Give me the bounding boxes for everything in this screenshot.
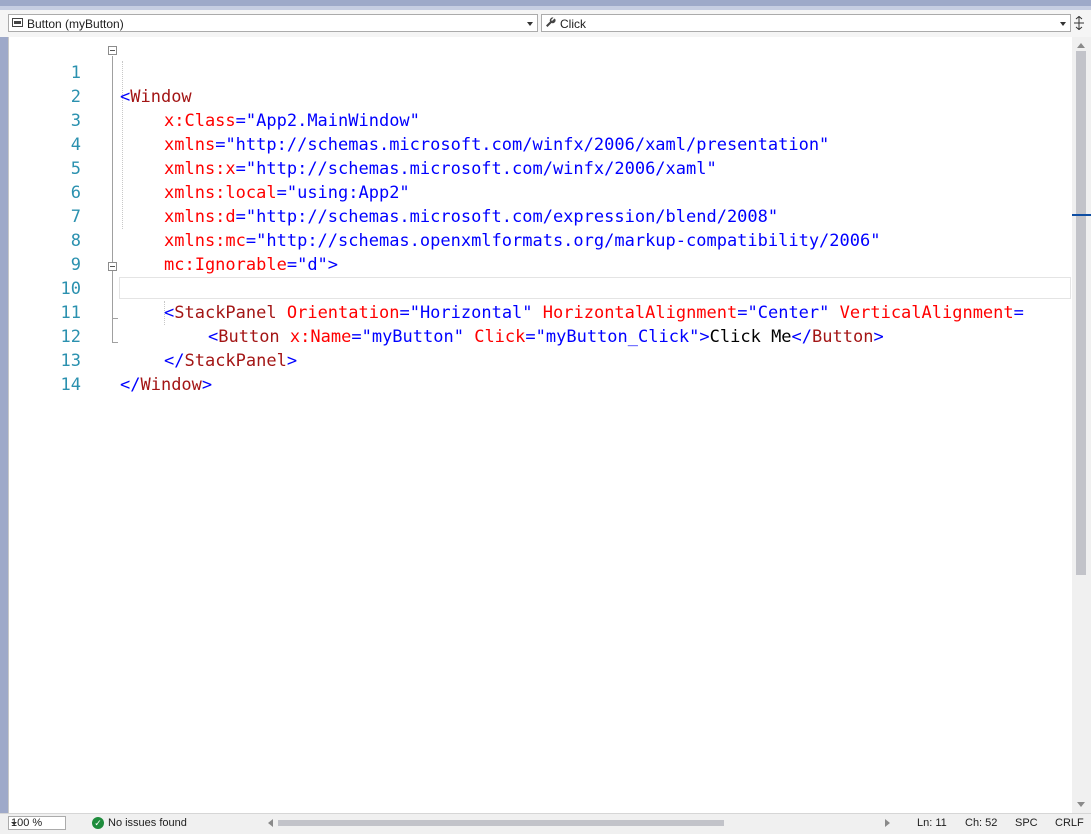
split-window-icon[interactable] [1071, 14, 1087, 32]
scroll-thumb[interactable] [278, 820, 724, 826]
scroll-right-icon[interactable] [885, 819, 890, 827]
code-line: 1 <Window [9, 37, 1073, 107]
horizontal-scrollbar[interactable] [268, 817, 890, 829]
code-line: 3 xmlns="http://schemas.microsoft.com/wi… [9, 85, 1073, 155]
scroll-left-icon[interactable] [268, 819, 273, 827]
member-dropdown[interactable]: Click [541, 14, 1071, 32]
member-dropdown-value: Click [560, 17, 586, 31]
code-line: 4 xmlns:x="http://schemas.microsoft.com/… [9, 109, 1073, 179]
code-line: 12 </StackPanel> [9, 301, 1073, 371]
code-line: 14 [9, 349, 1073, 395]
code-line: 11 <Button x:Name="myButton" Click="myBu… [9, 277, 1073, 347]
caret-position-marker [1072, 214, 1091, 216]
tag-bracket: </ [120, 375, 141, 395]
issues-label: No issues found [108, 817, 187, 829]
chevron-down-icon [11, 822, 17, 825]
type-dropdown[interactable]: Button (myButton) [8, 14, 538, 32]
editor-left-border [0, 37, 8, 827]
wrench-icon [546, 17, 556, 27]
line-number: 14 [60, 375, 81, 395]
column-indicator[interactable]: Ch: 52 [965, 817, 997, 829]
tag-bracket: > [201, 375, 213, 395]
type-dropdown-value: Button (myButton) [27, 17, 124, 31]
checkmark-icon: ✓ [92, 817, 104, 829]
code-line: 6 xmlns:d="http://schemas.microsoft.com/… [9, 157, 1073, 227]
line-indicator[interactable]: Ln: 11 [917, 817, 947, 829]
element-icon [12, 18, 23, 27]
chevron-down-icon [1060, 22, 1066, 26]
tag-name: Window [140, 375, 202, 395]
code-line: 10 <StackPanel Orientation="Horizontal" … [9, 253, 1073, 323]
vertical-scrollbar[interactable] [1072, 37, 1091, 813]
code-line: 9 [9, 229, 1073, 275]
navigation-bar: Button (myButton) Click [0, 10, 1091, 38]
scroll-down-icon[interactable] [1077, 802, 1085, 807]
zoom-dropdown[interactable]: 100 % [8, 816, 66, 830]
code-line: 13 </Window> [9, 325, 1073, 395]
window-top-border [0, 0, 1091, 10]
line-ending-indicator[interactable]: CRLF [1055, 817, 1084, 829]
status-bar: 100 % ✓ No issues found Ln: 11 Ch: 52 SP… [0, 813, 1091, 834]
code-line: 5 xmlns:local="using:App2" [9, 133, 1073, 203]
scroll-up-icon[interactable] [1077, 43, 1085, 48]
code-line: 2 x:Class="App2.MainWindow" [9, 61, 1073, 131]
whitespace-indicator[interactable]: SPC [1015, 817, 1038, 829]
code-editor[interactable]: 1 <Window 2 x:Class="App2.MainWindow" 3 … [8, 37, 1073, 813]
code-line: 8 mc:Ignorable="d"> [9, 205, 1073, 275]
code-line: 7 xmlns:mc="http://schemas.openxmlformat… [9, 181, 1073, 251]
chevron-down-icon [527, 22, 533, 26]
scroll-thumb[interactable] [1076, 51, 1086, 575]
